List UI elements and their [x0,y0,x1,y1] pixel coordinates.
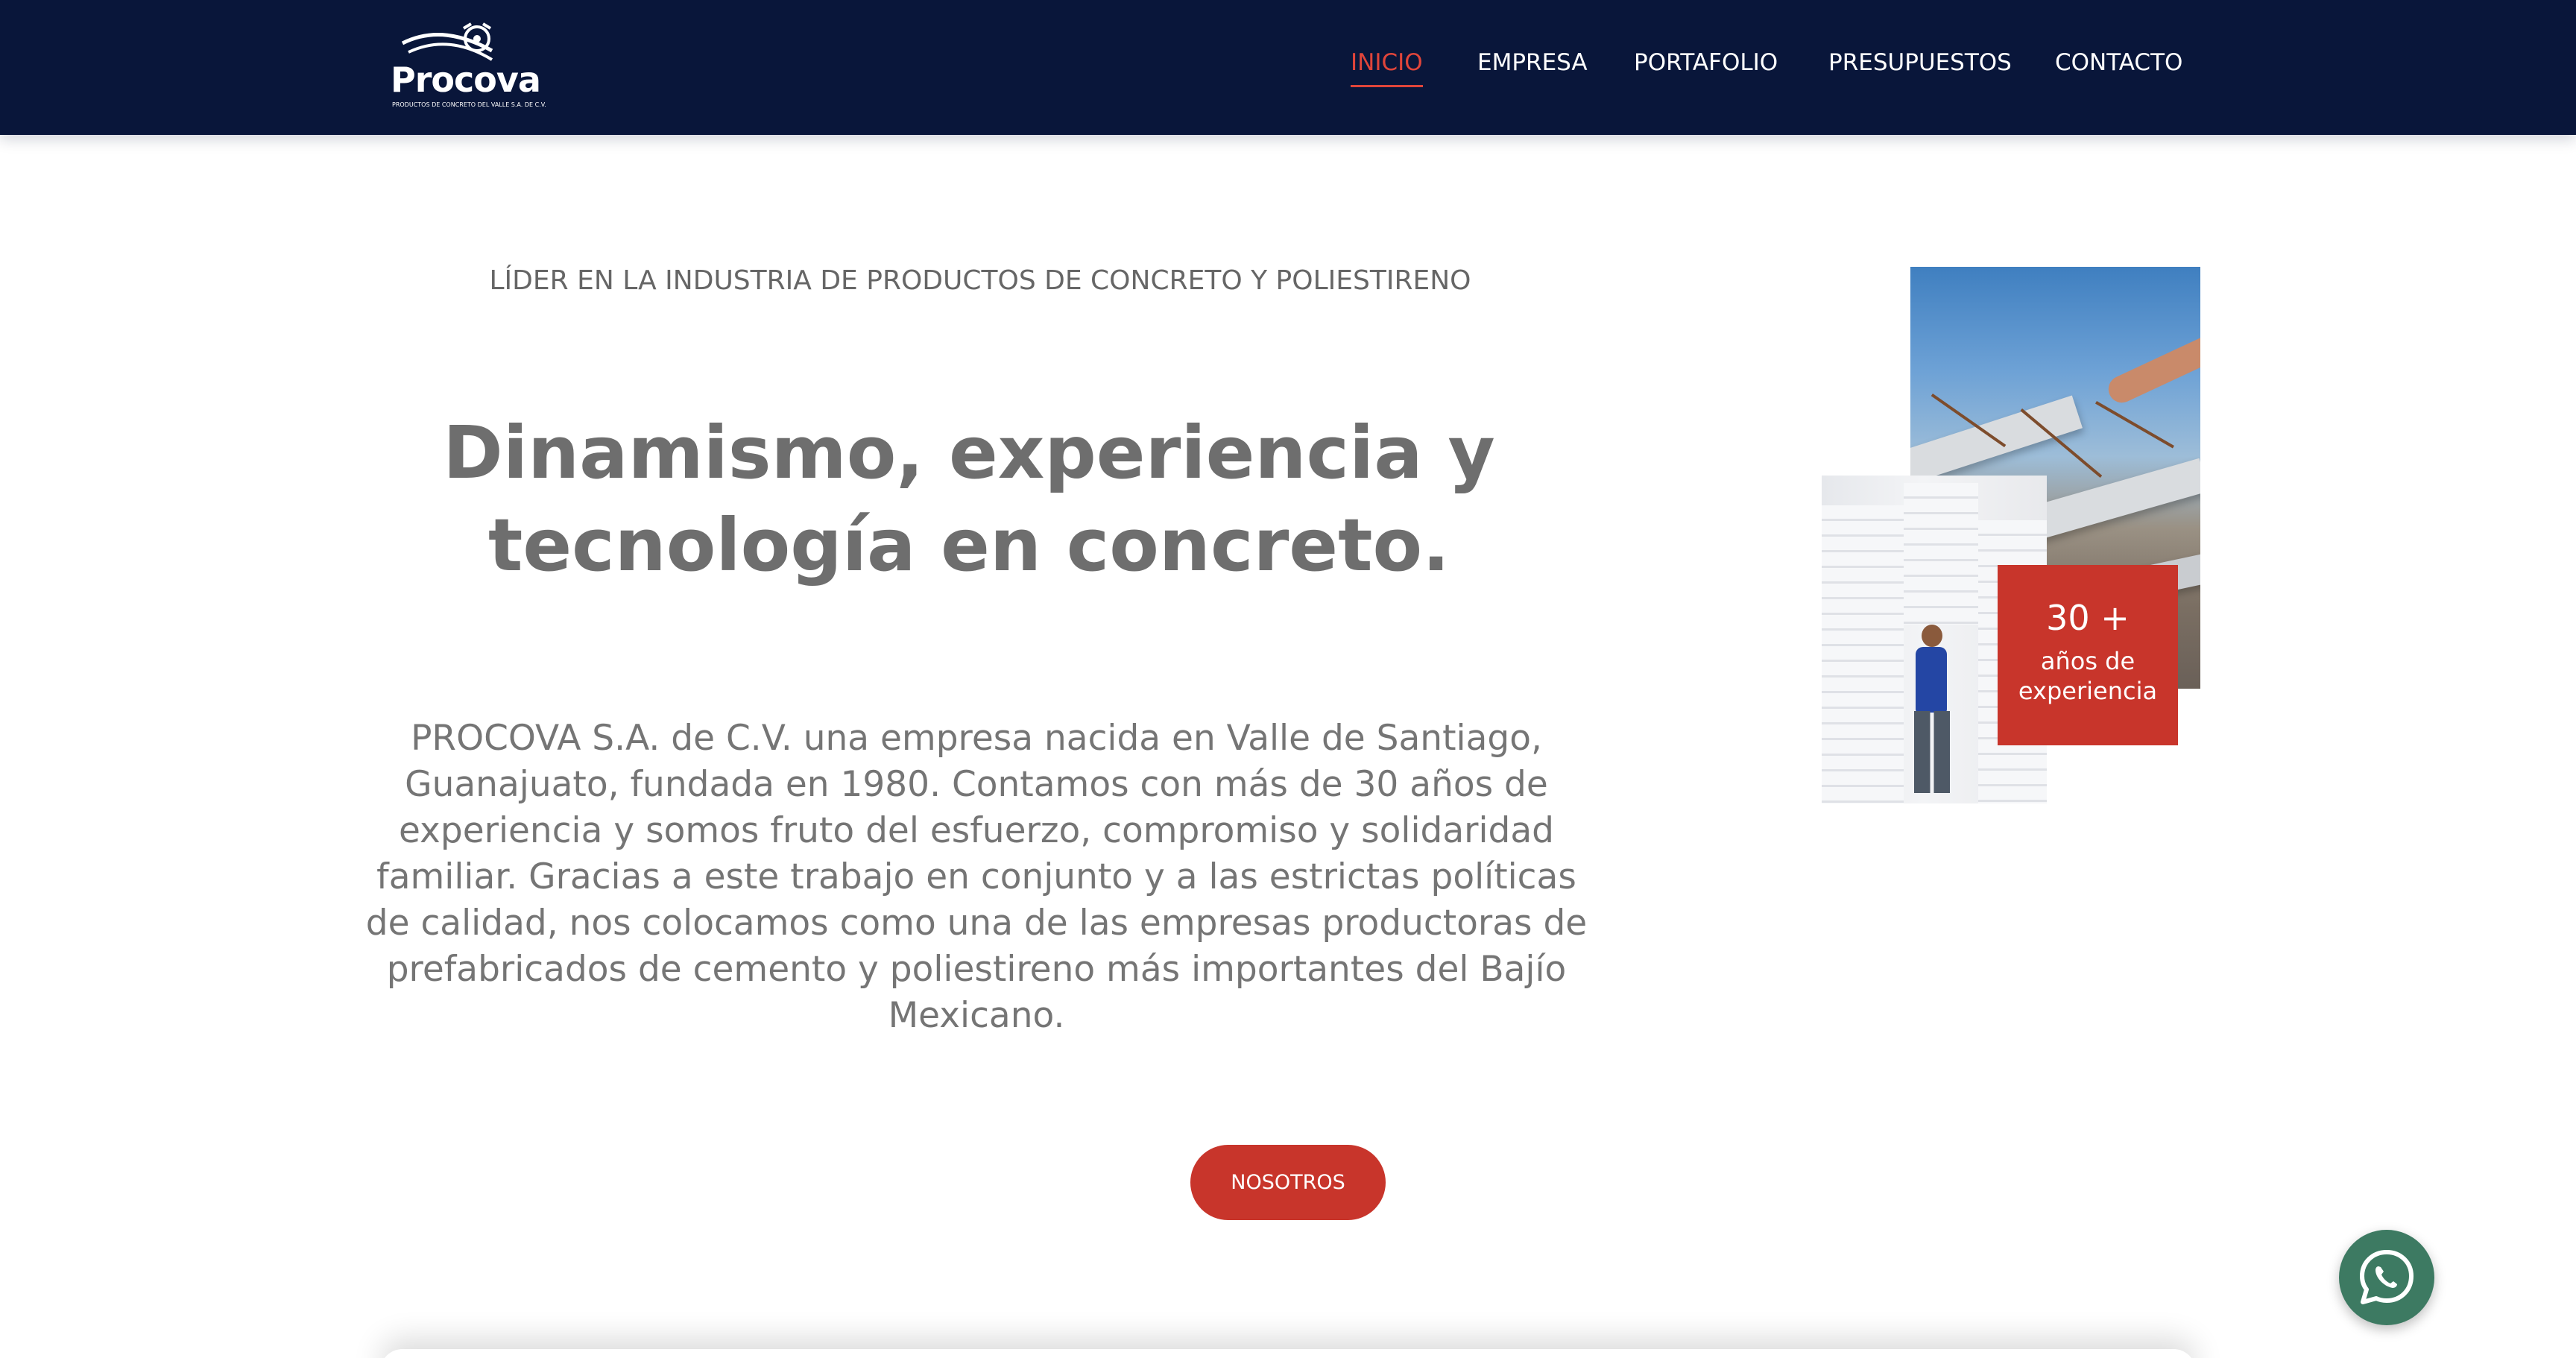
polystyrene-stack [1822,505,1904,803]
nav-presupuestos[interactable]: PRESUPUESTOS [1828,49,2012,83]
hero-eyebrow: LÍDER EN LA INDUSTRIA DE PRODUCTOS DE CO… [489,265,1471,296]
procova-logo[interactable]: Procova PRODUCTOS DE CONCRETO DEL VALLE … [388,21,546,115]
badge-label-line2: experiencia [2018,677,2158,705]
worker-legs [1914,711,1950,793]
site-header: Procova PRODUCTOS DE CONCRETO DEL VALLE … [0,0,2576,135]
logo-wordmark: Procova [391,60,541,100]
polystyrene-block [1904,483,1978,625]
worker-body [1916,647,1947,713]
logo-mark-icon [401,22,493,61]
worker-head [1922,625,1942,647]
nav-inicio[interactable]: INICIO [1351,49,1423,87]
badge-number: 30 + [2046,598,2130,638]
badge-label-line1: años de [2040,647,2135,675]
next-section-card [380,1349,2196,1358]
hero-headline: Dinamismo, experiencia y tecnología en c… [443,411,1495,587]
whatsapp-icon [2360,1250,2414,1304]
nosotros-button[interactable]: NOSOTROS [1190,1145,1386,1220]
experience-badge: 30 + años de experiencia [1998,565,2178,745]
nav-contacto[interactable]: CONTACTO [2055,49,2182,83]
hero-description: PROCOVA S.A. de C.V. una empresa nacida … [365,718,1588,1036]
whatsapp-button[interactable] [2339,1230,2434,1325]
hand-shape [2103,332,2200,408]
nav-portafolio[interactable]: PORTAFOLIO [1634,49,1778,83]
logo-tagline: PRODUCTOS DE CONCRETO DEL VALLE S.A. DE … [392,101,546,108]
nav-empresa[interactable]: EMPRESA [1477,49,1588,83]
rebar-shape [2095,401,2174,449]
